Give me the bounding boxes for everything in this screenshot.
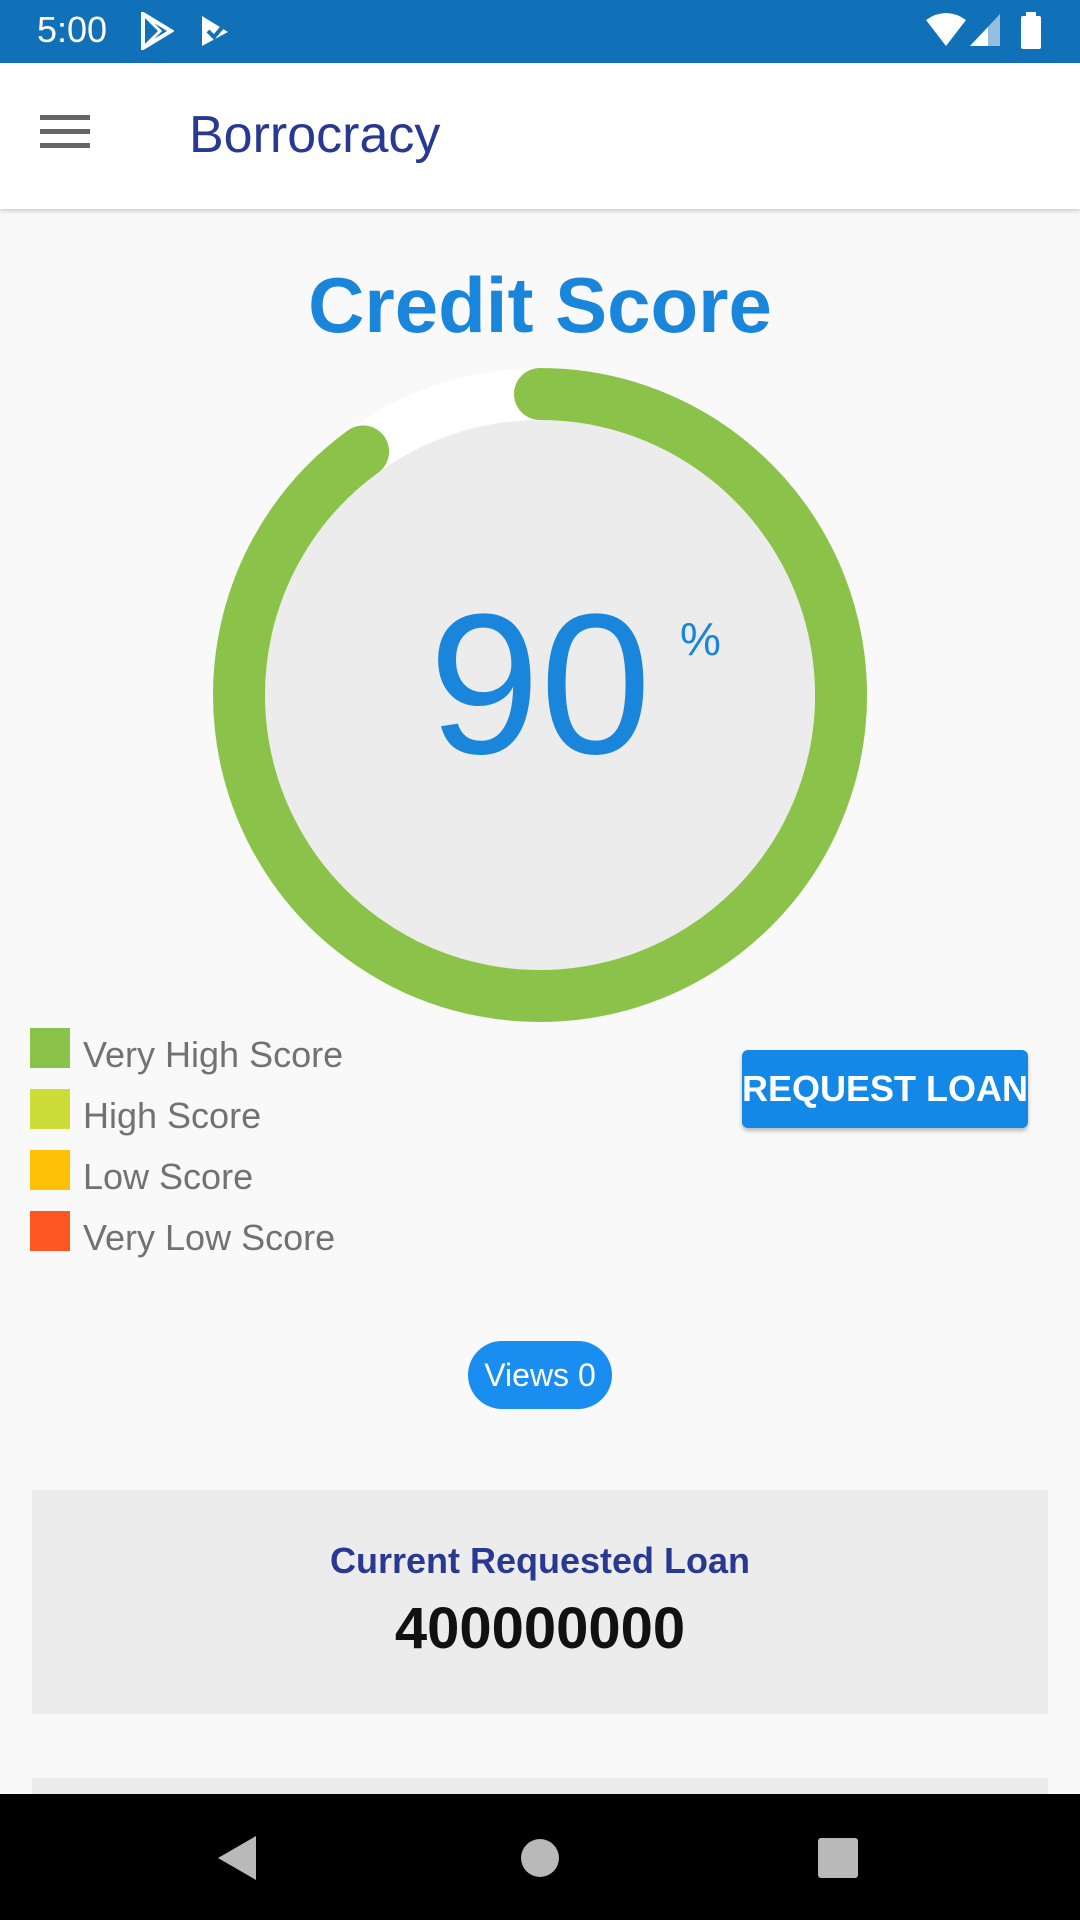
views-badge: Views 0 <box>468 1341 612 1409</box>
credit-score-value: 90 <box>428 573 652 796</box>
current-loan-card: Current Requested Loan 400000000 <box>32 1490 1048 1714</box>
legend-swatch <box>30 1211 70 1251</box>
back-icon[interactable] <box>204 1822 274 1892</box>
legend-swatch <box>30 1028 70 1068</box>
current-loan-amount: 400000000 <box>394 1596 686 1661</box>
legend-label: Very Low Score <box>83 1217 336 1258</box>
play-store-icon <box>140 10 175 55</box>
legend-swatch <box>30 1089 70 1129</box>
legend-swatch <box>30 1150 70 1190</box>
hamburger-menu-icon[interactable] <box>40 113 106 163</box>
app-bar: Borrocracy <box>0 63 1080 209</box>
wifi-icon <box>924 12 968 53</box>
current-loan-label: Current Requested Loan <box>329 1540 751 1581</box>
status-time: 5:00 <box>37 9 108 50</box>
system-nav-bar <box>0 1794 1080 1920</box>
battery-icon <box>1020 12 1042 55</box>
cell-signal-icon <box>968 12 1002 53</box>
recents-icon[interactable] <box>803 1822 873 1892</box>
app-title: Borrocracy <box>189 106 441 164</box>
request-loan-button[interactable]: REQUEST LOAN <box>742 1050 1028 1128</box>
legend-label: Low Score <box>83 1156 254 1197</box>
credit-score-title: Credit Score <box>308 261 772 349</box>
credit-score-unit: % <box>680 613 721 665</box>
task-check-icon <box>198 12 234 55</box>
status-bar: 5:00 <box>0 0 1080 63</box>
home-icon[interactable] <box>505 1822 575 1892</box>
legend-label: High Score <box>83 1095 262 1136</box>
legend-label: Very High Score <box>83 1034 344 1075</box>
